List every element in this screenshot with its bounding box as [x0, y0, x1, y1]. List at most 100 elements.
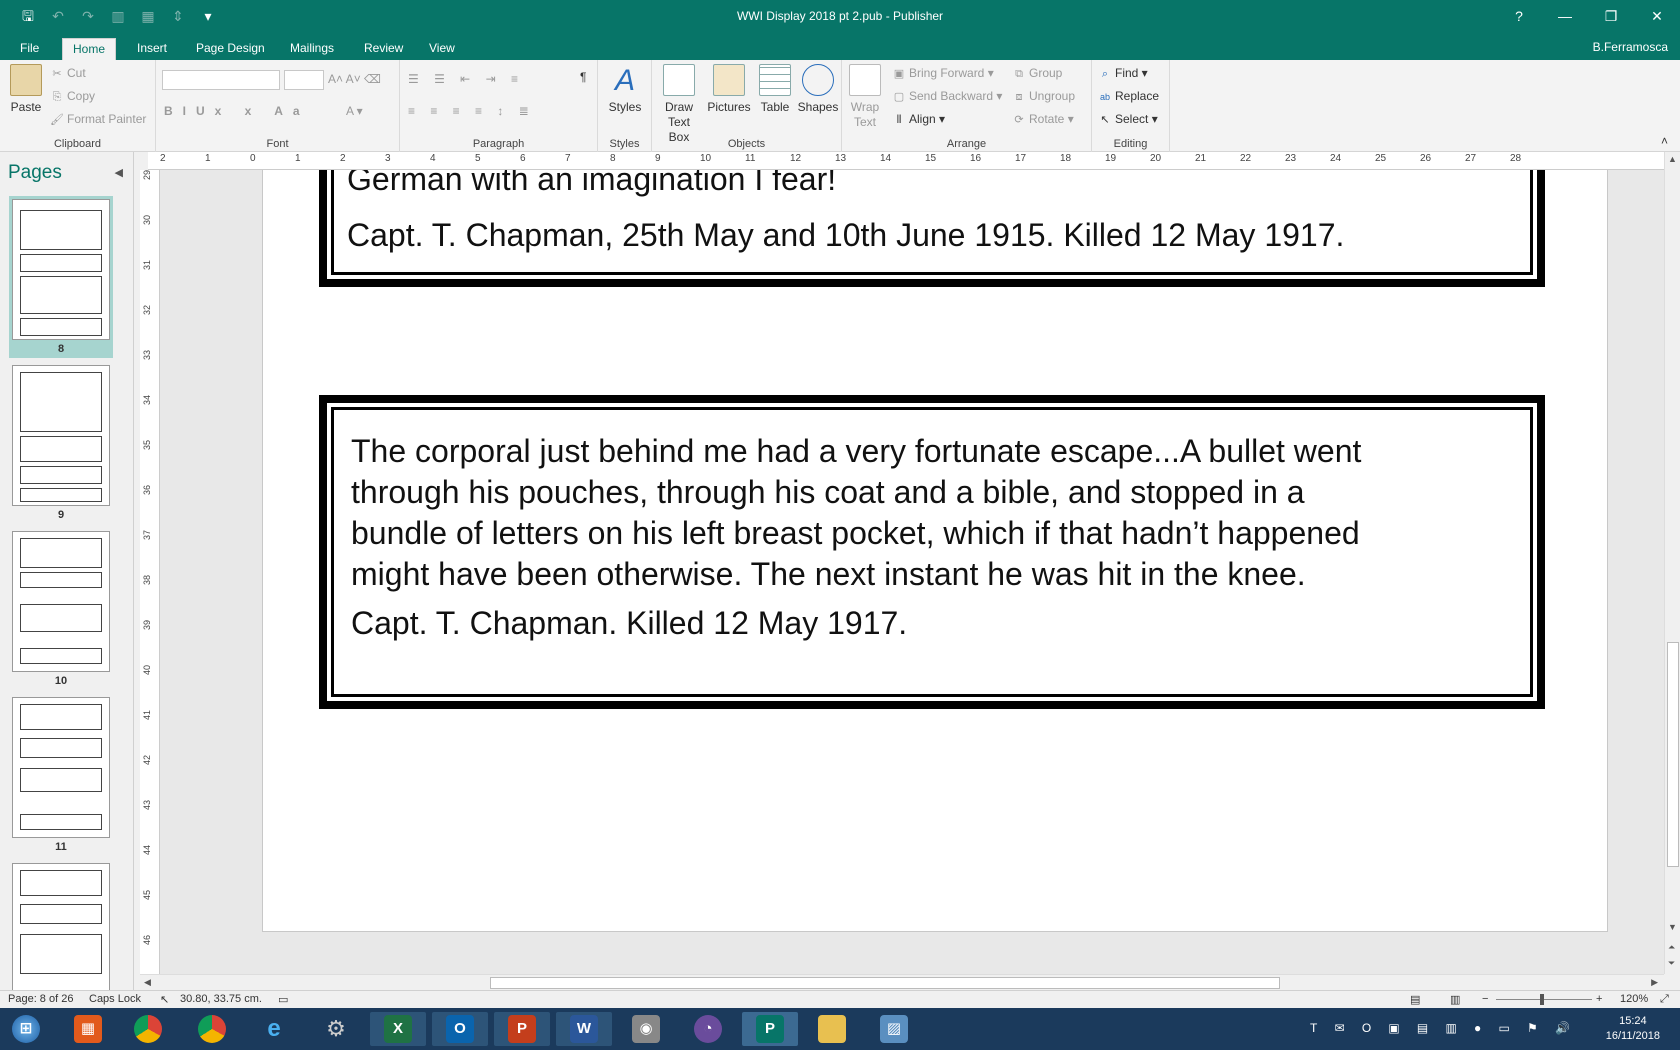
zoom-slider-thumb[interactable]	[1540, 994, 1544, 1005]
paste-button[interactable]: Paste	[8, 64, 44, 114]
zoom-in-icon[interactable]: +	[1596, 993, 1602, 1005]
outlook-tray-icon[interactable]: O	[1362, 1021, 1371, 1035]
scroll-up-icon[interactable]: ▲	[1668, 154, 1677, 164]
sync-tray-icon[interactable]: ▣	[1388, 1021, 1399, 1035]
vertical-ruler[interactable]: 29 30 31 32 33 34 35 36 37 38 39 40 41 42 43 44 45 46	[140, 170, 160, 974]
ungroup-button[interactable]: ⧈ Ungroup	[1012, 89, 1076, 104]
font-color-button[interactable]: A ▾	[346, 104, 363, 118]
tab-insert[interactable]: Insert	[127, 38, 177, 60]
previous-page-icon[interactable]: ⏶	[1668, 942, 1675, 953]
rotate-button[interactable]: ⟳ Rotate ▾	[1012, 112, 1073, 127]
font-name-input[interactable]	[162, 70, 280, 90]
replace-button[interactable]: ab Replace	[1098, 89, 1159, 104]
network-tray-icon[interactable]: ▭	[1498, 1021, 1509, 1035]
taskbar-photos[interactable]: ▨	[866, 1012, 922, 1046]
font-size-input[interactable]	[284, 70, 324, 90]
taskbar-word[interactable]: W	[556, 1012, 612, 1046]
taskbar-settings[interactable]: ⚙	[308, 1012, 364, 1046]
quote-box-1[interactable]: German with an imagination I fear! Capt.…	[319, 170, 1545, 287]
taskbar-apps[interactable]: ▦	[60, 1012, 116, 1046]
grow-font-button[interactable]: A˄ A˅ ⌫	[328, 72, 381, 86]
format-painter-button[interactable]: 🖌 Format Painter	[50, 112, 146, 127]
pictures-button[interactable]: Pictures	[704, 64, 754, 114]
styles-button[interactable]: A Styles	[604, 64, 646, 114]
list-indent-buttons[interactable]: ☰ ☰ ⇤ ⇥ ≡	[408, 72, 524, 86]
taskbar-camera[interactable]: ◉	[618, 1012, 674, 1046]
wrap-text-button[interactable]: Wrap Text	[846, 64, 884, 130]
send-backward-button[interactable]: ▢ Send Backward ▾	[892, 89, 1003, 104]
tab-page-design[interactable]: Page Design	[186, 38, 275, 60]
page-thumbnail-9[interactable]: 9	[9, 362, 113, 524]
next-page-icon[interactable]: ⏷	[1668, 958, 1675, 969]
page-thumbnail-10[interactable]: 10	[9, 528, 113, 690]
taskbar-powerpoint[interactable]: P	[494, 1012, 550, 1046]
paragraph-group: ☰ ☰ ⇤ ⇥ ≡ ¶ ≡ ≡ ≡ ≡ ↕ ≣ Paragraph	[400, 60, 598, 152]
document-canvas[interactable]: German with an imagination I fear! Capt.…	[160, 170, 1664, 974]
scroll-down-icon[interactable]: ▼	[1668, 922, 1677, 932]
user-name[interactable]: B.Ferramosca	[1593, 40, 1668, 54]
collapse-pane-icon[interactable]: ◀	[115, 166, 123, 179]
font-format-buttons[interactable]: BIUx x Aa	[164, 104, 310, 118]
taskbar-file-explorer[interactable]	[804, 1012, 860, 1046]
shapes-button[interactable]: Shapes	[796, 64, 840, 114]
tab-review[interactable]: Review	[354, 38, 413, 60]
teams-tray-icon[interactable]: T	[1310, 1021, 1317, 1035]
alignment-buttons[interactable]: ≡ ≡ ≡ ≡ ↕ ≣	[408, 104, 535, 118]
page-thumbnail-11[interactable]: 11	[9, 694, 113, 856]
align-button[interactable]: ⫴ Align ▾	[892, 112, 945, 127]
page-indicator[interactable]: Page: 8 of 26	[8, 993, 73, 1005]
copy-button[interactable]: ⎘ Copy	[50, 89, 95, 104]
picture-icon	[713, 64, 745, 96]
select-button[interactable]: ↖ Select ▾	[1098, 112, 1157, 127]
taskbar-chrome-1[interactable]	[120, 1012, 176, 1046]
show-paragraph-marks-button[interactable]: ¶	[580, 70, 586, 84]
zoom-out-icon[interactable]: −	[1482, 993, 1488, 1005]
find-button[interactable]: ⌕ Find ▾	[1098, 66, 1148, 81]
vertical-scrollbar[interactable]: ▲ ▼ ⏶ ⏷	[1664, 152, 1680, 974]
start-button[interactable]: ⊞	[2, 1012, 52, 1046]
volume-tray-icon[interactable]: 🔊	[1555, 1021, 1570, 1035]
bring-forward-button[interactable]: ▣ Bring Forward ▾	[892, 66, 994, 81]
draw-text-box-button[interactable]: Draw Text Box	[656, 64, 702, 145]
close-button[interactable]: ✕	[1634, 0, 1680, 32]
clock[interactable]: 15:24 16/11/2018	[1606, 1014, 1660, 1044]
notes-tray-icon[interactable]: ▤	[1417, 1021, 1428, 1035]
taskbar-publisher[interactable]: P	[742, 1012, 798, 1046]
photos-icon: ▨	[880, 1015, 908, 1043]
security-tray-icon[interactable]: ▥	[1445, 1021, 1456, 1035]
scroll-right-icon[interactable]: ▶	[1651, 977, 1658, 988]
taskbar-internet-explorer[interactable]: e	[246, 1012, 302, 1046]
table-button[interactable]: Table	[754, 64, 796, 114]
single-page-view-icon[interactable]: ▤	[1410, 993, 1420, 1006]
scroll-left-icon[interactable]: ◀	[144, 977, 151, 988]
horizontal-scroll-thumb[interactable]	[490, 977, 1280, 989]
mail-tray-icon[interactable]: ✉	[1335, 1021, 1345, 1035]
taskbar-excel[interactable]: X	[370, 1012, 426, 1046]
minimize-button[interactable]: —	[1542, 0, 1588, 32]
tab-home[interactable]: Home	[62, 38, 117, 60]
folder-icon	[818, 1015, 846, 1043]
zoom-level[interactable]: 120%	[1620, 993, 1648, 1005]
help-button[interactable]: ?	[1496, 0, 1542, 32]
group-button[interactable]: ⧉ Group	[1012, 66, 1062, 81]
two-page-view-icon[interactable]: ▥	[1450, 993, 1460, 1006]
horizontal-scrollbar[interactable]: ◀ ▶	[140, 974, 1664, 990]
taskbar-media[interactable]: ◔	[680, 1012, 736, 1046]
cut-button[interactable]: ✂ Cut	[50, 66, 85, 81]
taskbar-chrome-2[interactable]	[184, 1012, 240, 1046]
fit-page-icon[interactable]: ⤢	[1660, 993, 1669, 1006]
vertical-scroll-thumb[interactable]	[1667, 642, 1679, 867]
tab-view[interactable]: View	[419, 38, 465, 60]
page-thumbnail-12[interactable]	[9, 860, 113, 991]
alert-tray-icon[interactable]: ●	[1474, 1021, 1481, 1035]
restore-button[interactable]: ❐	[1588, 0, 1634, 32]
quote-box-2[interactable]: The corporal just behind me had a very f…	[319, 395, 1545, 709]
flag-tray-icon[interactable]: ⚑	[1527, 1021, 1538, 1035]
page-thumbnail-8[interactable]: 8	[9, 196, 113, 358]
taskbar-outlook[interactable]: O	[432, 1012, 488, 1046]
collapse-ribbon-icon[interactable]: ˄	[1661, 134, 1668, 148]
tab-mailings[interactable]: Mailings	[280, 38, 344, 60]
horizontal-ruler[interactable]: 2 1 0 1 2 3 4 5 6 7 8 9 10 11 12 13 14 15 16 17 18 19 20 21 22 23…	[148, 152, 1664, 170]
zoom-slider[interactable]	[1496, 999, 1592, 1000]
tab-file[interactable]: File	[10, 38, 49, 60]
